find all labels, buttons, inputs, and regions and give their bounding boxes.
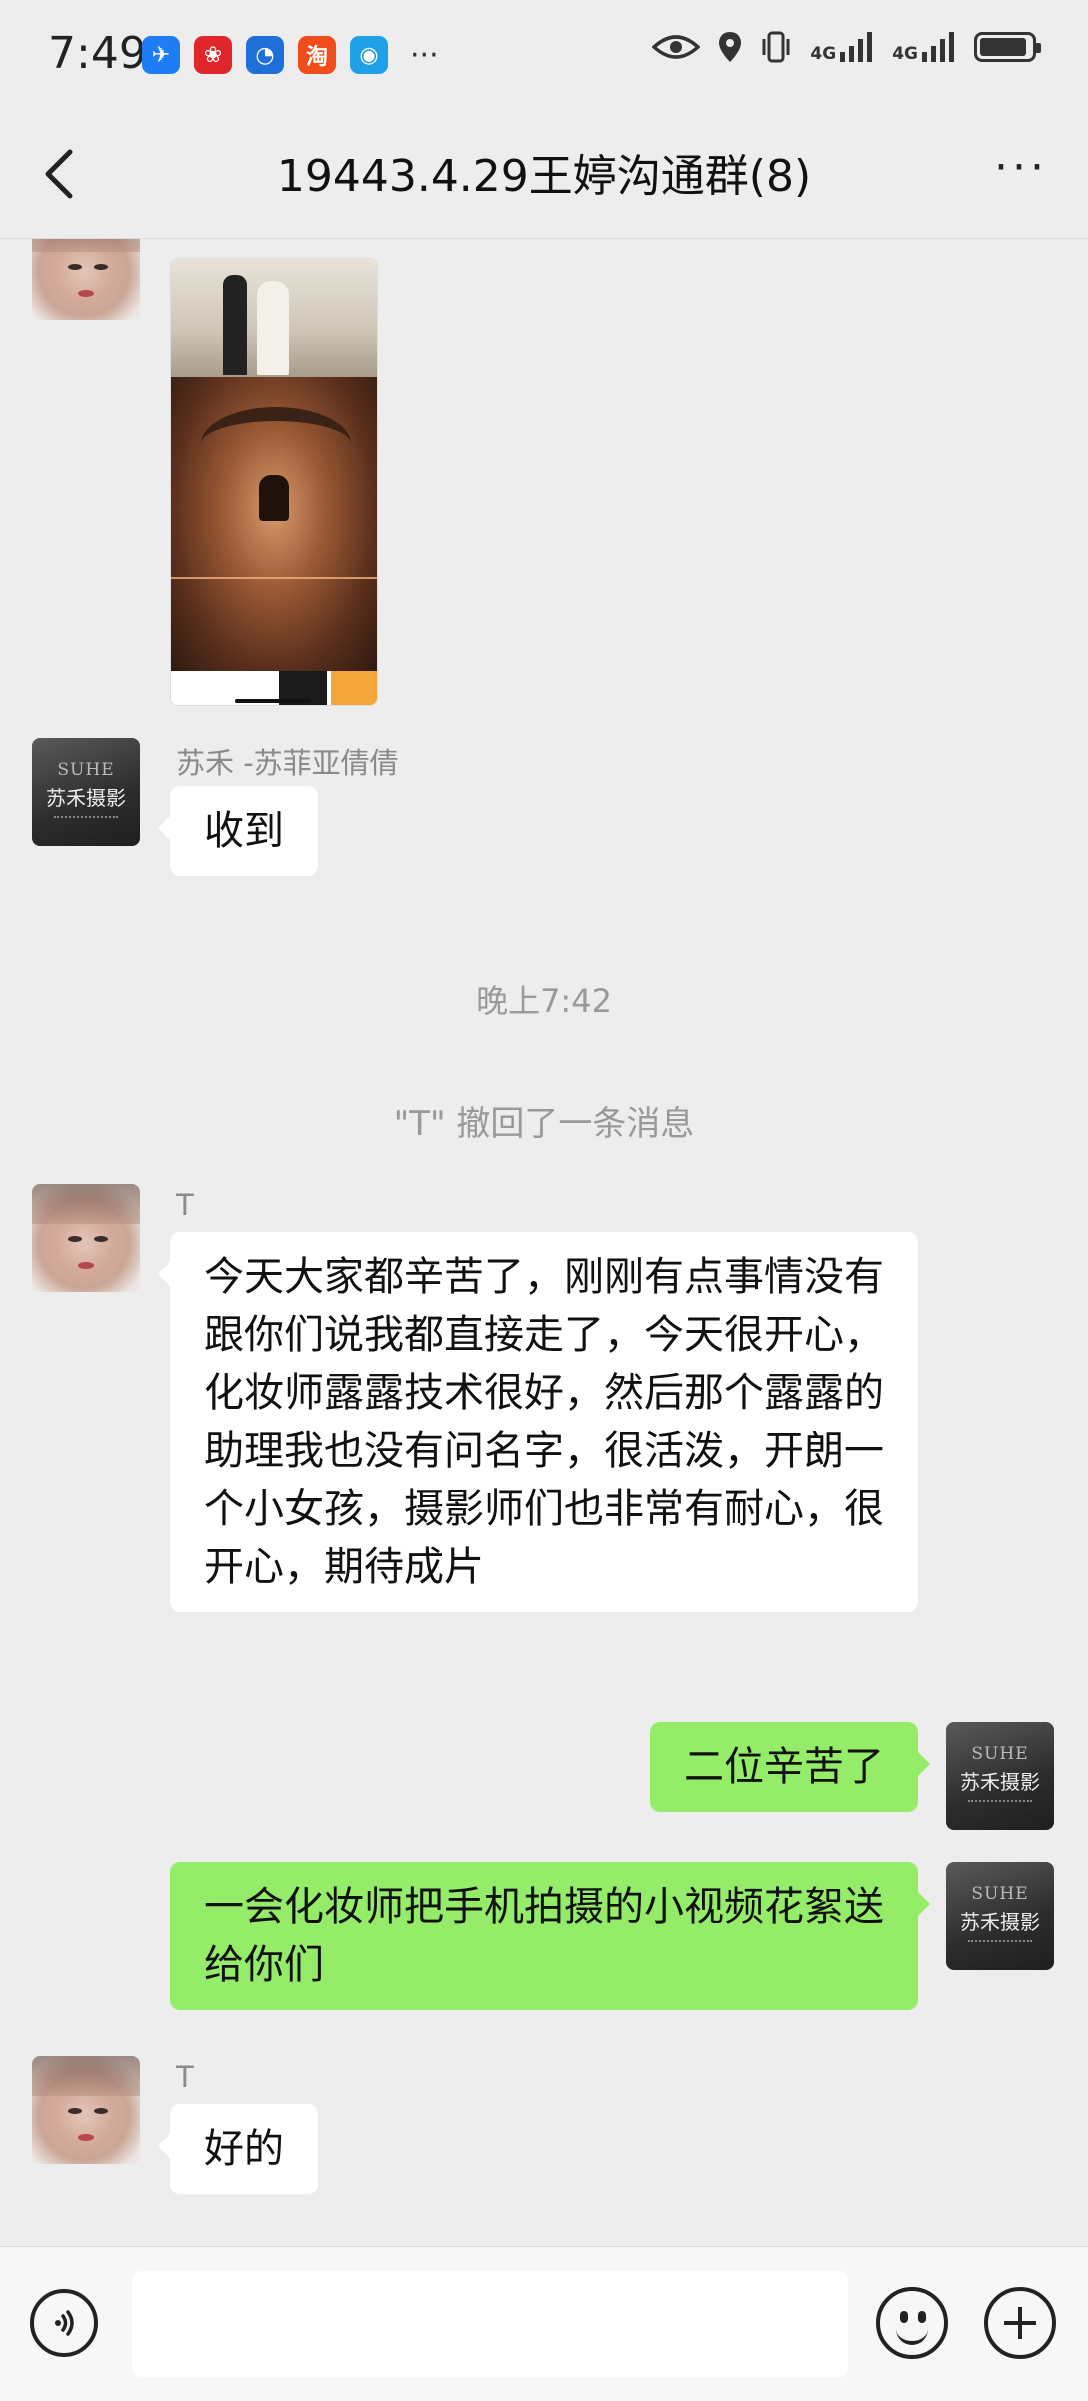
emoji-icon[interactable] bbox=[876, 2287, 948, 2359]
plus-icon[interactable] bbox=[984, 2287, 1056, 2359]
eye-icon bbox=[652, 35, 701, 59]
status-time: 7:49 bbox=[48, 28, 147, 79]
voice-input-icon[interactable] bbox=[30, 2289, 98, 2357]
bulb-icon: ◔ bbox=[246, 36, 284, 74]
notification-icons: ✈ ❀ ◔ 淘 ◉ ··· bbox=[142, 36, 439, 74]
sender-name: T bbox=[176, 1188, 194, 1222]
message-bubble[interactable]: 收到 bbox=[158, 786, 318, 876]
photo-sunset-hands bbox=[171, 377, 377, 671]
feishu-icon: ✈ bbox=[142, 36, 180, 74]
message-bubble-outgoing[interactable]: 一会化妆师把手机拍摄的小视频花絮送给你们 bbox=[170, 1862, 930, 2010]
avatar-self[interactable]: SUHE 苏禾摄影 bbox=[946, 1722, 1054, 1830]
avatar-t[interactable] bbox=[32, 2056, 140, 2164]
time-divider: 晚上7:42 bbox=[476, 982, 612, 1020]
avatar-suhe[interactable]: SUHE 苏禾摄影 bbox=[32, 738, 140, 846]
message-input[interactable] bbox=[132, 2271, 848, 2377]
status-indicators: 4G 4G bbox=[652, 30, 1041, 64]
location-icon bbox=[719, 32, 742, 62]
recall-notice: "T" 撤回了一条消息 bbox=[393, 1104, 695, 1144]
avatar-t[interactable] bbox=[32, 1184, 140, 1292]
photo-wedding-couple bbox=[171, 259, 377, 377]
pinduoduo-icon: ❀ bbox=[194, 36, 232, 74]
sender-name: T bbox=[176, 2060, 194, 2094]
vibrate-icon bbox=[762, 31, 790, 63]
more-notifications-icon: ··· bbox=[410, 37, 439, 73]
status-bar: 7:49 ✈ ❀ ◔ 淘 ◉ ··· 4G 4G bbox=[0, 0, 1088, 110]
signal-1-icon: 4G bbox=[810, 32, 874, 63]
input-bar bbox=[0, 2246, 1088, 2401]
image-message[interactable] bbox=[170, 258, 378, 706]
message-bubble[interactable]: 好的 bbox=[158, 2104, 318, 2194]
signal-2-icon: 4G bbox=[892, 32, 956, 63]
taobao-icon: 淘 bbox=[298, 36, 336, 74]
battery-icon bbox=[974, 32, 1041, 62]
message-bubble[interactable]: 今天大家都辛苦了，刚刚有点事情没有跟你们说我都直接走了，今天很开心，化妆师露露技… bbox=[158, 1232, 918, 1612]
message-bubble-outgoing[interactable]: 二位辛苦了 bbox=[650, 1722, 930, 1812]
chat-title: 19443.4.29王婷沟通群(8) bbox=[276, 151, 812, 202]
browser-icon: ◉ bbox=[350, 36, 388, 74]
sender-name: 苏禾 -苏菲亚倩倩 bbox=[176, 746, 399, 780]
avatar-self[interactable]: SUHE 苏禾摄影 bbox=[946, 1862, 1054, 1970]
